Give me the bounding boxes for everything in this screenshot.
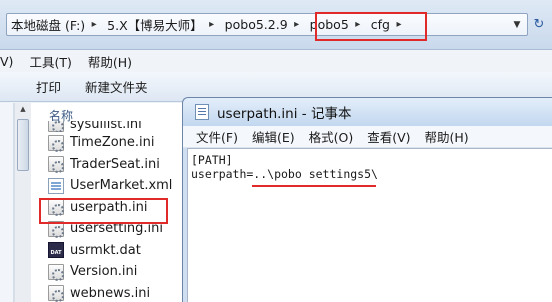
breadcrumb-drive[interactable]: 本地磁盘 (F:) <box>7 14 87 35</box>
notepad-title-bar[interactable]: userpath.ini - 记事本 <box>183 98 552 126</box>
file-name: sysuilist.ini <box>70 121 142 132</box>
file-name: TraderSeat.ini <box>70 156 160 172</box>
ini-file-icon <box>48 121 64 132</box>
navigation-scrollbar[interactable]: ▲ <box>14 103 31 302</box>
file-item[interactable]: DAT usrmkt.dat <box>31 240 191 262</box>
ini-file-icon <box>48 134 64 152</box>
address-bar-row: 本地磁盘 (F:) ▸ 5.X【博易大师】 ▸ pobo5.2.9 ▸ pobo… <box>0 0 552 50</box>
file-name: UserMarket.xml <box>70 178 173 194</box>
breadcrumb-separator-icon[interactable]: ▸ <box>290 19 304 30</box>
file-name: TimeZone.ini <box>70 135 155 151</box>
file-name: usrmkt.dat <box>70 242 141 258</box>
notepad-menu-edit[interactable]: 编辑(E) <box>252 127 295 146</box>
notepad-icon <box>195 104 209 120</box>
menu-help[interactable]: 帮助(H) <box>82 52 142 71</box>
explorer-menu-bar: V) 工具(T) 帮助(H) <box>0 50 552 72</box>
address-history-dropdown-icon[interactable]: ▼ <box>508 13 526 36</box>
notepad-menu-bar: 文件(F) 编辑(E) 格式(O) 查看(V) 帮助(H) <box>183 126 552 148</box>
breadcrumb-label: 本地磁盘 (F:) <box>11 18 86 33</box>
print-button[interactable]: 打印 <box>24 77 73 96</box>
file-item[interactable]: TraderSeat.ini <box>31 154 191 176</box>
ini-file-icon <box>48 263 64 281</box>
text-line: [PATH] <box>191 153 233 167</box>
path-highlight-box <box>315 12 427 41</box>
menu-view[interactable]: V) <box>0 54 23 69</box>
file-item[interactable]: sysuilist.ini <box>31 121 191 132</box>
notepad-title: userpath.ini - 记事本 <box>217 106 352 122</box>
breadcrumb-label: pobo5.2.9 <box>224 17 288 32</box>
scrollbar-thumb[interactable] <box>17 119 29 171</box>
xml-file-icon <box>48 177 64 194</box>
notepad-menu-file[interactable]: 文件(F) <box>196 127 238 146</box>
notepad-text-area[interactable]: [PATH] userpath=..\pobo settings5\ <box>187 148 552 302</box>
scroll-up-icon[interactable]: ▲ <box>15 105 31 119</box>
dat-file-icon: DAT <box>48 242 64 259</box>
file-name: Version.ini <box>70 264 138 280</box>
breadcrumb-separator-icon[interactable]: ▸ <box>205 19 219 30</box>
ini-file-icon <box>48 285 64 302</box>
new-folder-button[interactable]: 新建文件夹 <box>73 77 160 96</box>
file-highlight-box <box>39 198 168 224</box>
breadcrumb-label: 5.X【博易大师】 <box>107 18 203 33</box>
file-item[interactable]: Version.ini <box>31 261 191 283</box>
text-line: userpath=..\pobo settings5\ <box>191 167 378 181</box>
breadcrumb-folder-boyi[interactable]: 5.X【博易大师】 <box>101 14 205 35</box>
file-item[interactable]: UserMarket.xml <box>31 175 191 197</box>
file-item[interactable]: TimeZone.ini <box>31 132 191 154</box>
navigation-pane <box>0 103 14 302</box>
path-underline <box>252 185 376 187</box>
menu-tools[interactable]: 工具(T) <box>23 52 81 71</box>
breadcrumb-folder-pobo529[interactable]: pobo5.2.9 <box>219 14 290 35</box>
file-name: webnews.ini <box>70 285 151 301</box>
notepad-window: userpath.ini - 记事本 文件(F) 编辑(E) 格式(O) 查看(… <box>182 97 552 302</box>
ini-file-icon <box>48 156 64 174</box>
notepad-menu-help[interactable]: 帮助(H) <box>425 127 469 146</box>
breadcrumb-separator-icon[interactable]: ▸ <box>87 19 101 30</box>
notepad-menu-format[interactable]: 格式(O) <box>309 127 354 146</box>
file-item[interactable]: webnews.ini <box>31 283 191 302</box>
address-bar[interactable]: 本地磁盘 (F:) ▸ 5.X【博易大师】 ▸ pobo5.2.9 ▸ pobo… <box>6 13 528 36</box>
refresh-icon[interactable]: ↻ <box>529 13 549 36</box>
notepad-menu-view[interactable]: 查看(V) <box>367 127 410 146</box>
